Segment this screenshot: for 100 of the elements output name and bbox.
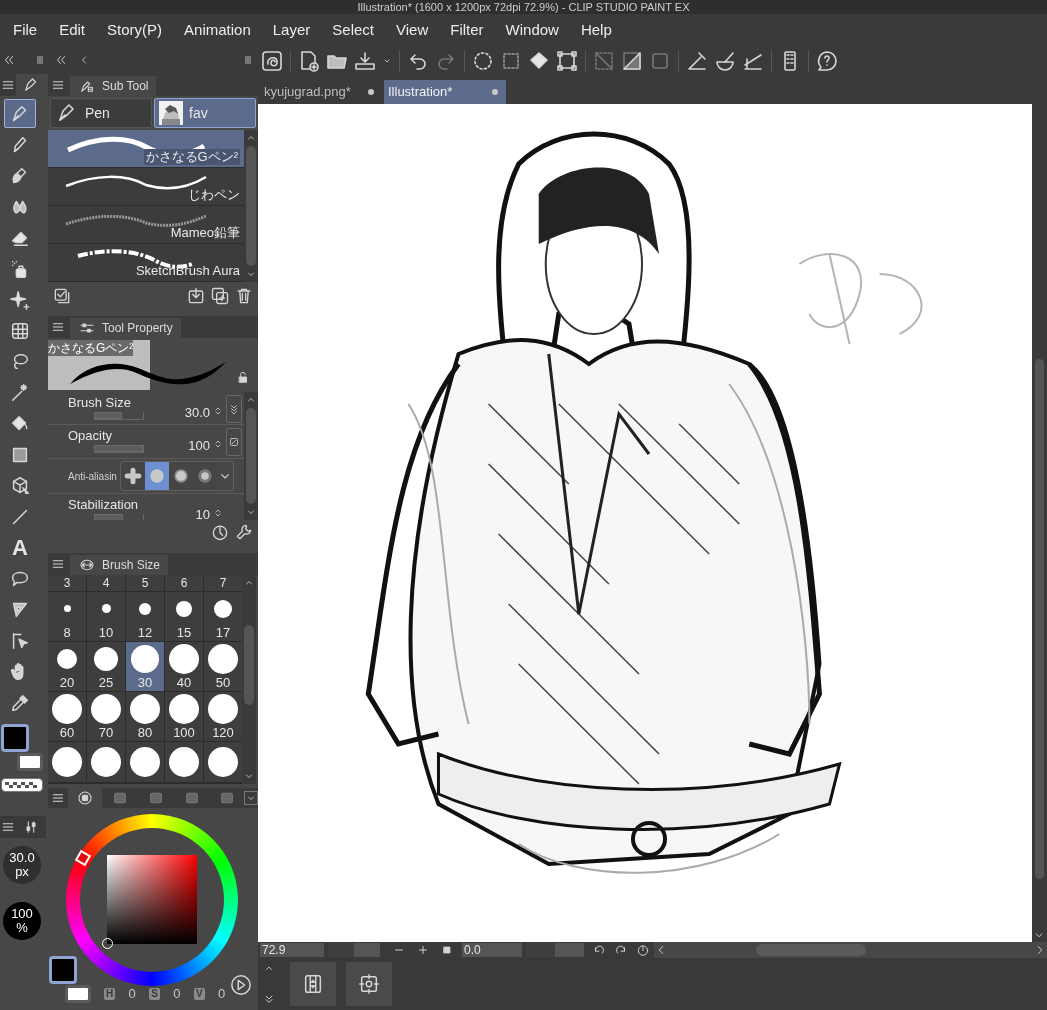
tool-button[interactable] — [4, 99, 36, 128]
layout-button[interactable] — [290, 962, 336, 1006]
readout-badge[interactable]: 100 % — [3, 902, 41, 940]
property-slider[interactable] — [94, 445, 144, 454]
menu-item[interactable]: Animation — [173, 18, 262, 42]
size-cell[interactable]: 12 — [126, 592, 164, 641]
rotation-field[interactable]: 0.0 — [462, 943, 522, 957]
size-cell[interactable]: 120 — [204, 692, 242, 741]
zoom-in-icon[interactable] — [416, 943, 430, 957]
size-cell[interactable]: 17 — [204, 592, 242, 641]
pen-ruler-icon — [78, 78, 96, 94]
play-icon[interactable] — [230, 974, 252, 996]
size-cell[interactable]: 25 — [87, 642, 125, 691]
scrollbar-thumb[interactable] — [244, 625, 254, 705]
size-cell[interactable]: 30 — [126, 642, 164, 691]
property-slider[interactable] — [94, 412, 144, 420]
duplicate-icon[interactable] — [210, 286, 230, 306]
size-cell[interactable]: 15 — [165, 592, 203, 641]
menu-item[interactable]: Layer — [261, 18, 322, 42]
size-cell[interactable]: 60 — [48, 692, 86, 741]
size-cell[interactable] — [87, 742, 125, 782]
zoom-field[interactable]: 72.9 — [260, 943, 324, 957]
brush-item[interactable]: SketchBrush Aura — [48, 244, 244, 282]
collapse-icon[interactable] — [54, 53, 68, 67]
panel-tab[interactable]: Brush Size — [70, 555, 169, 575]
scrollbar-thumb[interactable] — [246, 146, 256, 266]
brush-name: Mameo鉛筆 — [170, 225, 240, 241]
tool-button[interactable]: A — [4, 533, 36, 562]
size-label: 50 — [215, 675, 231, 690]
antialias-option[interactable] — [145, 462, 169, 491]
readout-badge[interactable]: 30.0 px — [3, 846, 41, 884]
color-swatch[interactable] — [65, 985, 91, 1003]
help-bubble-icon[interactable] — [815, 49, 839, 73]
scrollbar-thumb[interactable] — [246, 408, 256, 504]
checkbox-icon[interactable] — [52, 286, 72, 306]
scrollbar-thumb[interactable] — [1035, 359, 1044, 879]
brush-item[interactable]: かさなるGペン² — [48, 130, 244, 168]
size-cell[interactable]: 50 — [204, 642, 242, 691]
rotate-left-icon[interactable] — [592, 943, 606, 957]
transparent-swatch[interactable] — [1, 778, 43, 792]
wrench-icon[interactable] — [234, 522, 254, 542]
rotate-right-icon[interactable] — [614, 943, 628, 957]
fit-icon[interactable] — [440, 943, 454, 957]
sliders-icon[interactable] — [23, 818, 39, 836]
menu-item[interactable]: Story(P) — [96, 18, 174, 42]
transform-icon[interactable] — [555, 49, 579, 73]
app-logo-icon[interactable] — [260, 49, 284, 73]
menu-item[interactable]: Filter — [439, 18, 495, 42]
angle-ruler-icon[interactable] — [685, 49, 709, 73]
camera-frame-icon — [358, 973, 380, 995]
lock-icon[interactable] — [236, 370, 250, 384]
brush-item[interactable]: Mameo鉛筆 — [48, 206, 244, 244]
sparkle-icon — [9, 288, 31, 311]
caret-icon[interactable] — [244, 791, 258, 805]
size-cell[interactable] — [204, 742, 242, 782]
size-cell[interactable]: 8 — [48, 592, 86, 641]
menu-item[interactable]: Edit — [48, 18, 97, 42]
size-cell[interactable] — [48, 742, 86, 782]
size-cell[interactable]: 20 — [48, 642, 86, 691]
reset-rotation-icon[interactable] — [636, 943, 650, 957]
collapse-icon[interactable] — [2, 53, 16, 67]
menu-item[interactable]: View — [385, 18, 440, 42]
menu-item[interactable]: Select — [321, 18, 385, 42]
antialias-option[interactable] — [121, 462, 145, 491]
property-value[interactable]: 10 — [195, 505, 210, 520]
bowl-brush-icon[interactable] — [713, 49, 737, 73]
color-swatch[interactable] — [49, 956, 77, 984]
color-swatch[interactable] — [1, 724, 29, 752]
pressure-button[interactable] — [226, 395, 242, 423]
size-cell[interactable]: 100 — [165, 692, 203, 741]
document-tab[interactable]: Illustration* — [384, 80, 506, 104]
tray-down-icon[interactable] — [353, 49, 377, 73]
panel-tab[interactable]: Sub Tool — [70, 76, 157, 96]
rotation-slider[interactable] — [526, 943, 584, 957]
property-value[interactable]: 30.0 — [184, 403, 210, 423]
readout-value: 100 — [11, 907, 33, 921]
zoom-slider[interactable] — [328, 943, 380, 957]
pressure-button[interactable] — [226, 428, 242, 457]
size-cell[interactable] — [165, 742, 203, 782]
color-swatch[interactable] — [17, 753, 43, 771]
brush-name: じわペン — [188, 187, 240, 203]
brush-item[interactable]: じわペン — [48, 168, 244, 206]
size-cell[interactable]: 40 — [165, 642, 203, 691]
size-cell[interactable] — [126, 742, 164, 782]
panel-tab[interactable]: Tool Property — [70, 318, 181, 338]
menu-item[interactable]: Help — [569, 18, 623, 42]
dotted-circle-icon[interactable] — [471, 49, 495, 73]
size-cell[interactable]: 80 — [126, 692, 164, 741]
size-label: 5 — [126, 575, 164, 591]
size-cell[interactable]: 70 — [87, 692, 125, 741]
layout-button[interactable] — [346, 962, 392, 1006]
half-square-icon[interactable] — [620, 49, 644, 73]
color-square[interactable] — [107, 855, 197, 944]
group-tab[interactable]: fav — [154, 98, 256, 128]
menu-item[interactable]: File — [2, 18, 49, 42]
group-tab[interactable]: Pen — [50, 98, 152, 128]
property-value[interactable]: 100 — [188, 436, 210, 456]
menu-item[interactable]: Window — [494, 18, 570, 42]
size-cell[interactable]: 10 — [87, 592, 125, 641]
download-icon[interactable] — [186, 286, 206, 306]
